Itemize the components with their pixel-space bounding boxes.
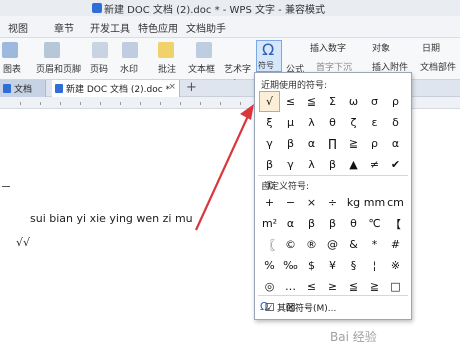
annotation-arrow (194, 104, 254, 231)
watermark-logo: Bai 经验 (330, 330, 377, 344)
